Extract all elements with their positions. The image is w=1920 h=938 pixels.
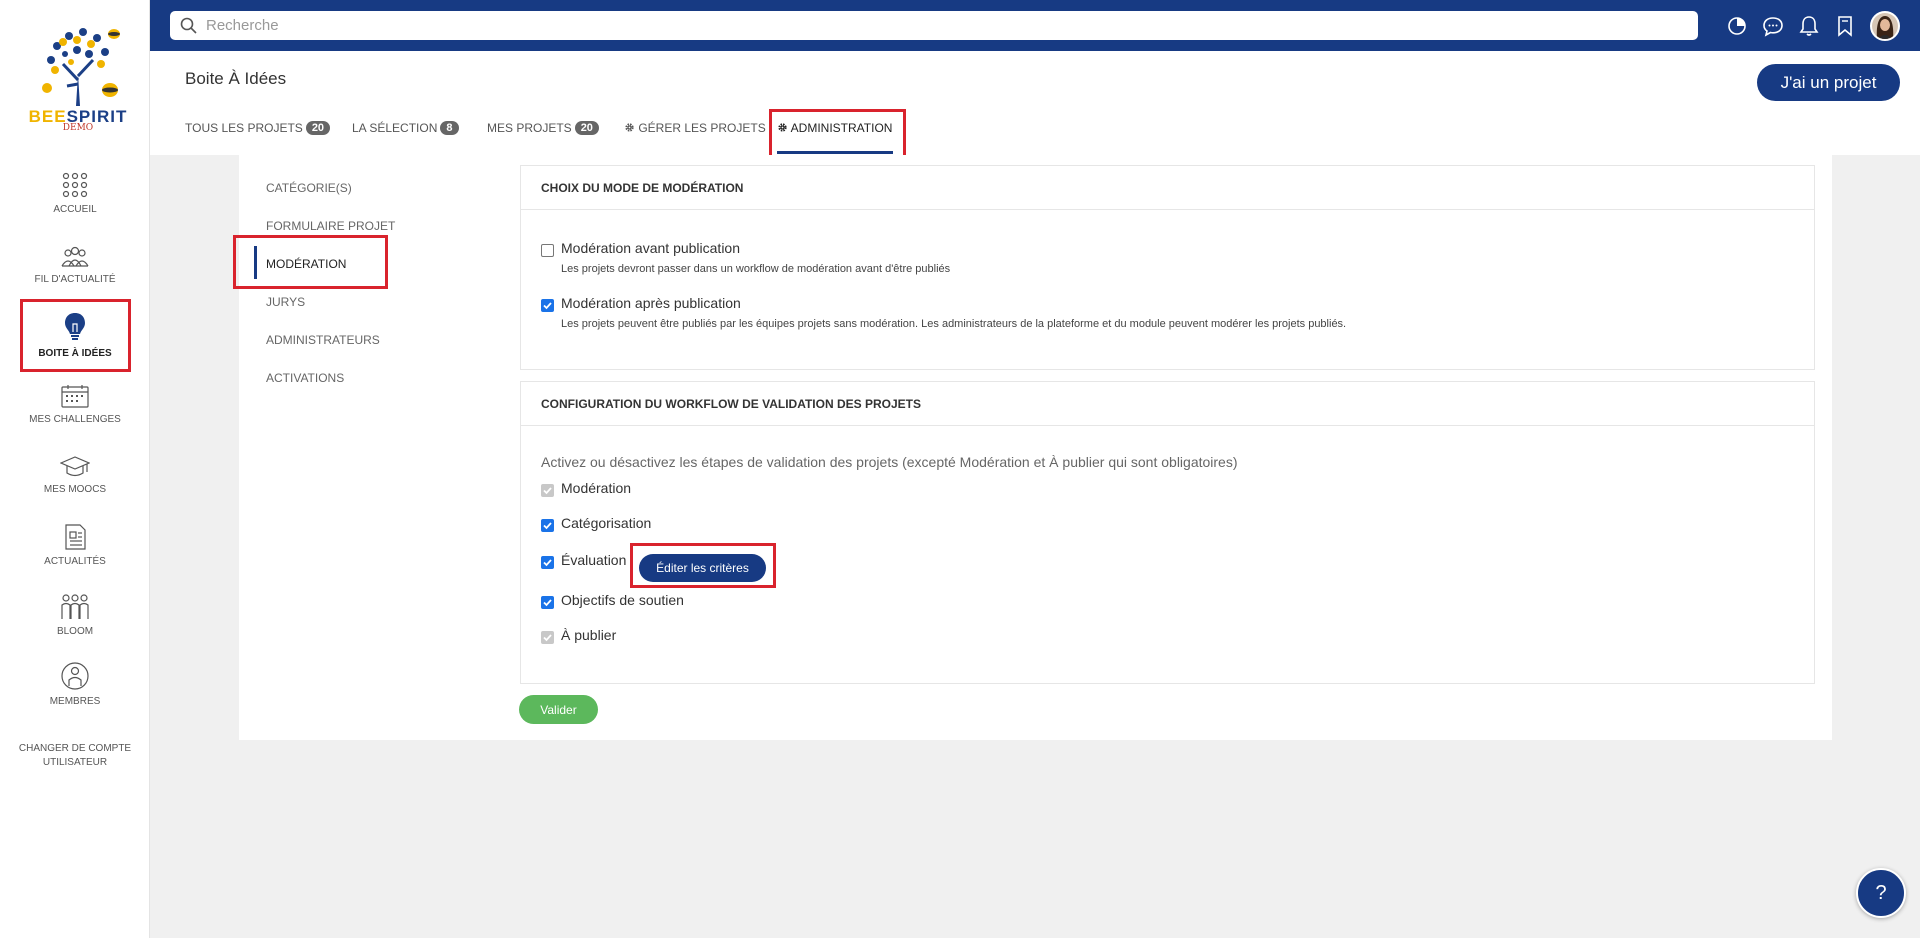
checkbox-step-objectifs[interactable]: [541, 596, 554, 609]
logo-demo-label: DEMO: [62, 123, 94, 133]
checkbox-step-categorisation[interactable]: [541, 519, 554, 532]
sidebar-item-fil-actualite[interactable]: FIL D'ACTUALITÉ: [0, 246, 150, 285]
people-group-icon: [61, 246, 89, 267]
subnav-jurys[interactable]: JURYS: [266, 295, 305, 309]
checkbox-moderation-apres[interactable]: [541, 299, 554, 312]
bell-icon[interactable]: [1798, 15, 1820, 37]
workflow-panel: CONFIGURATION DU WORKFLOW DE VALIDATION …: [520, 381, 1815, 684]
check-icon: [543, 559, 552, 567]
sidebar-item-label: MES CHALLENGES: [29, 414, 121, 425]
sidebar-item-actualites[interactable]: ACTUALITÉS: [0, 524, 150, 567]
chat-bubble-icon[interactable]: [1762, 15, 1784, 37]
search-input[interactable]: [206, 15, 1686, 36]
step-label: Catégorisation: [561, 515, 652, 531]
checkbox-moderation-avant[interactable]: [541, 244, 554, 257]
tab-count-badge: 20: [574, 121, 599, 135]
tab-la-selection[interactable]: LA SÉLECTION 8: [352, 121, 459, 135]
switch-account-link[interactable]: CHANGER DE COMPTE UTILISATEUR: [10, 742, 140, 770]
tree-logo-icon: [42, 28, 120, 106]
subnav-administrateurs[interactable]: ADMINISTRATEURS: [266, 333, 380, 347]
left-sidebar: BEESPIRIT DEMO ACCUEIL FIL D'ACTUALITÉ B…: [0, 0, 150, 938]
tab-label: LA SÉLECTION: [352, 121, 438, 135]
bookmark-icon[interactable]: [1834, 15, 1856, 37]
check-icon: [543, 522, 552, 530]
sidebar-item-label: MES MOOCS: [43, 484, 107, 495]
sidebar-item-label: BOITE À IDÉES: [38, 348, 112, 359]
new-project-button[interactable]: J'ai un projet: [1757, 64, 1900, 101]
page-header: Boite À Idées J'ai un projet TOUS LES PR…: [150, 51, 1920, 155]
tab-gerer-les-projets[interactable]: GÉRER LES PROJETS: [624, 121, 766, 135]
workflow-intro-text: Activez ou désactivez les étapes de vali…: [541, 454, 1238, 470]
user-photo-icon: [1872, 13, 1898, 39]
subnav-active-indicator: [254, 246, 257, 279]
tab-label: MES PROJETS: [487, 121, 572, 135]
subnav-moderation[interactable]: MODÉRATION: [266, 257, 346, 271]
step-label: À publier: [561, 627, 617, 643]
step-label: Modération: [561, 480, 632, 496]
tab-label: TOUS LES PROJETS: [185, 121, 303, 135]
step-label: Objectifs de soutien: [561, 592, 684, 608]
gear-icon: [778, 123, 787, 132]
graduation-cap-icon: [60, 456, 90, 477]
search-box: [170, 11, 1698, 40]
sidebar-item-boite-a-idees[interactable]: BOITE À IDÉES: [0, 312, 150, 359]
sidebar-item-label: ACCUEIL: [53, 204, 97, 215]
tab-administration[interactable]: ADMINISTRATION: [777, 121, 892, 135]
calendar-icon: [61, 385, 89, 408]
content-card: CATÉGORIE(S) FORMULAIRE PROJET MODÉRATIO…: [239, 155, 1832, 740]
top-bar: [150, 0, 1920, 51]
option-label: Modération après publication: [561, 295, 741, 311]
sidebar-item-mes-challenges[interactable]: MES CHALLENGES: [0, 384, 150, 425]
option-label: Modération avant publication: [561, 240, 741, 256]
subnav-categories[interactable]: CATÉGORIE(S): [266, 181, 352, 195]
submit-button[interactable]: Valider: [519, 695, 598, 724]
grid-dots-icon: [62, 172, 88, 198]
active-tab-indicator: [777, 151, 893, 154]
avatar[interactable]: [1870, 11, 1900, 41]
tab-tous-les-projets[interactable]: TOUS LES PROJETS 20: [185, 121, 331, 135]
team-icon: [61, 594, 89, 619]
option-description: Les projets peuvent être publiés par les…: [561, 318, 1347, 330]
subnav-activations[interactable]: ACTIVATIONS: [266, 371, 344, 385]
edit-criteria-button[interactable]: Éditer les critères: [639, 554, 766, 582]
sidebar-item-label: BLOOM: [56, 626, 94, 637]
sidebar-item-label: MEMBRES: [49, 696, 101, 707]
panel-title: CONFIGURATION DU WORKFLOW DE VALIDATION …: [521, 382, 1814, 426]
moderation-mode-panel: CHOIX DU MODE DE MODÉRATION Modération a…: [520, 165, 1815, 370]
page-title: Boite À Idées: [185, 69, 287, 88]
checkbox-step-moderation: [541, 484, 554, 497]
tab-mes-projets[interactable]: MES PROJETS 20: [487, 121, 599, 135]
checkbox-step-a-publier: [541, 631, 554, 644]
tab-count-badge: 20: [305, 121, 331, 135]
sidebar-item-mes-moocs[interactable]: MES MOOCS: [0, 456, 150, 495]
check-icon: [543, 487, 552, 495]
chart-pie-icon[interactable]: [1726, 15, 1748, 37]
tab-label: GÉRER LES PROJETS: [638, 121, 766, 135]
help-button[interactable]: ?: [1856, 868, 1906, 918]
sidebar-item-accueil[interactable]: ACCUEIL: [0, 172, 150, 215]
document-icon: [65, 524, 86, 550]
member-icon: [61, 662, 89, 690]
tab-label: ADMINISTRATION: [790, 121, 893, 135]
subnav-formulaire-projet[interactable]: FORMULAIRE PROJET: [266, 219, 395, 233]
gear-icon: [625, 123, 634, 132]
sidebar-item-label: FIL D'ACTUALITÉ: [34, 274, 116, 285]
sidebar-item-bloom[interactable]: BLOOM: [0, 594, 150, 637]
sidebar-item-membres[interactable]: MEMBRES: [0, 662, 150, 707]
checkbox-step-evaluation[interactable]: [541, 556, 554, 569]
tab-count-badge: 8: [440, 121, 459, 135]
step-label: Évaluation: [561, 552, 627, 568]
sidebar-item-label: ACTUALITÉS: [44, 556, 106, 567]
check-icon: [543, 599, 552, 607]
search-icon: [180, 17, 197, 34]
option-description: Les projets devront passer dans un workf…: [561, 263, 951, 275]
check-icon: [543, 302, 552, 310]
check-icon: [543, 634, 552, 642]
panel-title: CHOIX DU MODE DE MODÉRATION: [521, 166, 1814, 210]
lightbulb-icon: [65, 313, 85, 340]
beespirit-logo[interactable]: BEESPIRIT DEMO: [27, 24, 129, 133]
